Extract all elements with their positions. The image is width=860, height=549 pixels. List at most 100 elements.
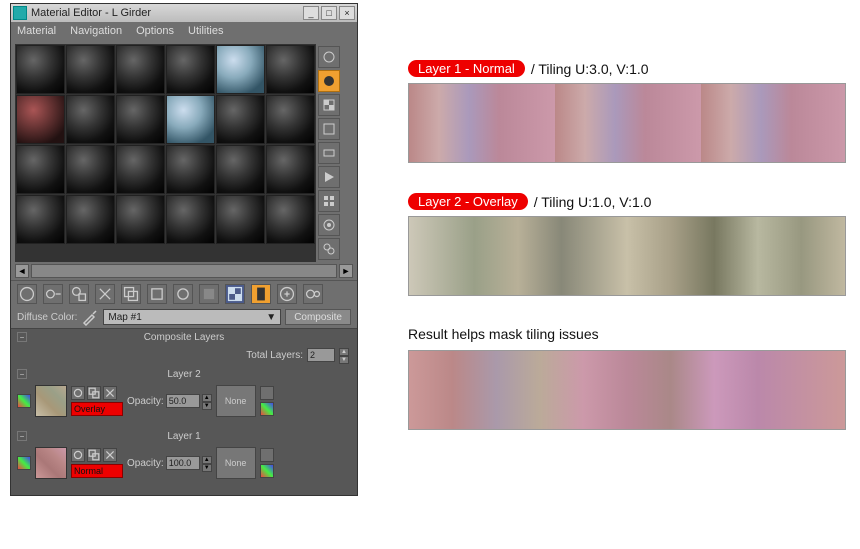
- map-type-button[interactable]: Composite: [285, 309, 351, 325]
- backlight-button[interactable]: [318, 70, 340, 92]
- layer2-texture-strip: [408, 216, 846, 296]
- window-title: Material Editor - L Girder: [31, 7, 151, 19]
- material-slot[interactable]: [116, 145, 165, 194]
- options-button[interactable]: [318, 190, 340, 212]
- layer-visible-button[interactable]: [71, 386, 85, 400]
- material-slot[interactable]: [116, 45, 165, 94]
- diffuse-label: Diffuse Color:: [17, 312, 77, 323]
- put-to-scene-button[interactable]: [43, 284, 63, 304]
- material-effects-button[interactable]: [199, 284, 219, 304]
- scroll-left-button[interactable]: ◄: [15, 264, 29, 278]
- material-slot[interactable]: [16, 145, 65, 194]
- material-slot[interactable]: [66, 195, 115, 244]
- put-to-library-button[interactable]: [173, 284, 193, 304]
- get-material-button[interactable]: [17, 284, 37, 304]
- menu-utilities[interactable]: Utilities: [188, 25, 223, 37]
- material-slot[interactable]: [166, 195, 215, 244]
- app-icon: [13, 6, 27, 20]
- material-slot[interactable]: [216, 145, 265, 194]
- opacity-spinner[interactable]: ▲▼: [202, 394, 212, 408]
- mask-color-button[interactable]: [260, 402, 274, 416]
- layer-block: − Layer 1 Normal: [11, 427, 357, 489]
- material-slot[interactable]: [66, 95, 115, 144]
- titlebar[interactable]: Material Editor - L Girder _ □ ×: [11, 4, 357, 22]
- layer-texture-thumb[interactable]: [35, 447, 67, 479]
- material-slot[interactable]: [16, 95, 65, 144]
- material-slot[interactable]: [166, 145, 215, 194]
- minimize-button[interactable]: _: [303, 6, 319, 20]
- close-button[interactable]: ×: [339, 6, 355, 20]
- mask-visible-button[interactable]: [260, 448, 274, 462]
- layer1-pill: Layer 1 - Normal: [408, 60, 525, 77]
- go-to-parent-button[interactable]: [277, 284, 297, 304]
- mask-visible-button[interactable]: [260, 386, 274, 400]
- mask-slot-button[interactable]: None: [216, 447, 256, 479]
- layer-color-button[interactable]: [17, 456, 31, 470]
- make-copy-button[interactable]: [121, 284, 141, 304]
- material-slot[interactable]: [216, 195, 265, 244]
- layer-visible-button[interactable]: [71, 448, 85, 462]
- background-button[interactable]: [318, 94, 340, 116]
- layer-collapse-button[interactable]: −: [17, 369, 27, 379]
- material-slot[interactable]: [66, 145, 115, 194]
- material-slot[interactable]: [16, 45, 65, 94]
- panel-header[interactable]: − Composite Layers: [11, 329, 357, 345]
- blend-mode-dropdown[interactable]: Normal: [71, 464, 123, 478]
- show-end-result-button[interactable]: [251, 284, 271, 304]
- map-name-dropdown[interactable]: Map #1 ▼: [103, 309, 281, 325]
- material-slot[interactable]: [16, 195, 65, 244]
- material-slot[interactable]: [166, 45, 215, 94]
- material-slot[interactable]: [166, 95, 215, 144]
- maximize-button[interactable]: □: [321, 6, 337, 20]
- material-slot[interactable]: [266, 45, 315, 94]
- go-forward-button[interactable]: [303, 284, 323, 304]
- preview-button[interactable]: [318, 166, 340, 188]
- layer-delete-button[interactable]: [103, 448, 117, 462]
- make-unique-button[interactable]: [147, 284, 167, 304]
- material-slot[interactable]: [266, 145, 315, 194]
- video-check-button[interactable]: [318, 142, 340, 164]
- layer-copy-button[interactable]: [87, 448, 101, 462]
- material-toolbar: [11, 280, 357, 306]
- blend-mode-dropdown[interactable]: Overlay: [71, 402, 123, 416]
- menu-material[interactable]: Material: [17, 25, 56, 37]
- eyedropper-icon[interactable]: [81, 308, 99, 326]
- material-slot[interactable]: [116, 195, 165, 244]
- scroll-track[interactable]: [31, 264, 337, 278]
- sample-uv-button[interactable]: [318, 118, 340, 140]
- material-slot[interactable]: [116, 95, 165, 144]
- scroll-right-button[interactable]: ►: [339, 264, 353, 278]
- layer-copy-button[interactable]: [87, 386, 101, 400]
- collapse-button[interactable]: −: [17, 332, 27, 342]
- reset-map-button[interactable]: [95, 284, 115, 304]
- menu-navigation[interactable]: Navigation: [70, 25, 122, 37]
- layer-color-button[interactable]: [17, 394, 31, 408]
- layer-delete-button[interactable]: [103, 386, 117, 400]
- map-name-value: Map #1: [108, 312, 141, 323]
- mask-color-button[interactable]: [260, 464, 274, 478]
- layer-texture-thumb[interactable]: [35, 385, 67, 417]
- material-slot[interactable]: [66, 45, 115, 94]
- show-map-viewport-button[interactable]: [225, 284, 245, 304]
- map-name-row: Diffuse Color: Map #1 ▼ Composite: [11, 306, 357, 328]
- layer-collapse-button[interactable]: −: [17, 431, 27, 441]
- material-slot[interactable]: [266, 95, 315, 144]
- material-slot[interactable]: [216, 45, 265, 94]
- opacity-input[interactable]: 50.0: [166, 394, 200, 408]
- mask-slot-button[interactable]: None: [216, 385, 256, 417]
- sample-type-button[interactable]: [318, 46, 340, 68]
- select-by-material-button[interactable]: [318, 238, 340, 260]
- menu-options[interactable]: Options: [136, 25, 174, 37]
- total-layers-spinner[interactable]: ▲▼: [339, 348, 349, 362]
- layer1-texture-strip: [408, 83, 846, 163]
- material-slot[interactable]: [216, 95, 265, 144]
- material-id-button[interactable]: [318, 214, 340, 236]
- opacity-input[interactable]: 100.0: [166, 456, 200, 470]
- sample-scrollbar: ◄ ►: [11, 264, 357, 280]
- layer2-tiling-label: / Tiling U:1.0, V:1.0: [534, 194, 652, 210]
- material-slot[interactable]: [266, 195, 315, 244]
- assign-to-selection-button[interactable]: [69, 284, 89, 304]
- total-layers-input[interactable]: 2: [307, 348, 335, 362]
- layer-name: Layer 1: [167, 431, 200, 442]
- opacity-spinner[interactable]: ▲▼: [202, 456, 212, 470]
